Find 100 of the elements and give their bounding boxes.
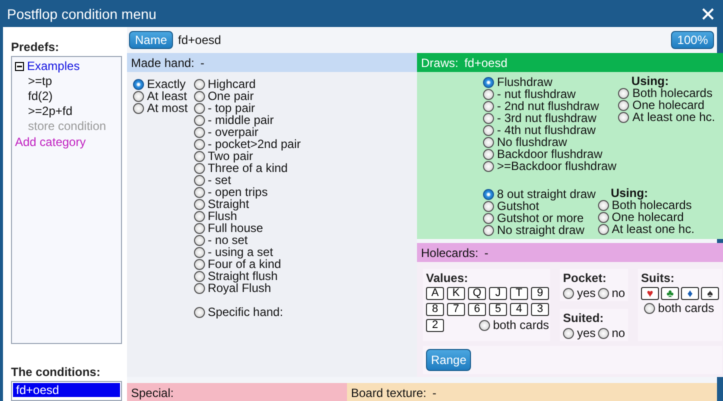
- radio-button[interactable]: [483, 124, 494, 136]
- radio-button[interactable]: [194, 126, 205, 138]
- radio-button[interactable]: [133, 78, 144, 90]
- rank-button[interactable]: 3: [531, 303, 549, 316]
- radio-button[interactable]: [194, 246, 205, 258]
- radio-label[interactable]: One holecard: [612, 211, 684, 223]
- radio-label[interactable]: 8 out straight draw: [497, 188, 596, 200]
- radio-label[interactable]: - 2nd nut flushdraw: [497, 100, 600, 112]
- radio-button[interactable]: [483, 88, 494, 100]
- radio-label[interactable]: - pocket>2nd pair: [208, 138, 301, 150]
- radio-button[interactable]: [194, 150, 205, 162]
- rank-button[interactable]: T: [510, 287, 528, 300]
- radio-label[interactable]: At least one hc.: [632, 111, 716, 123]
- radio-button[interactable]: [194, 186, 205, 198]
- radio-button[interactable]: [194, 138, 205, 150]
- tree-item[interactable]: >=2p+fd: [15, 104, 118, 119]
- radio-label[interactable]: No straight draw: [497, 224, 584, 236]
- radio-label[interactable]: - using a set: [208, 246, 274, 258]
- radio-label[interactable]: Straight: [208, 198, 250, 210]
- radio-button[interactable]: [194, 222, 205, 234]
- rank-button[interactable]: 6: [468, 303, 486, 316]
- radio-button[interactable]: [194, 162, 205, 174]
- radio-label[interactable]: - nut flushdraw: [497, 88, 576, 100]
- radio-label[interactable]: no: [612, 287, 626, 299]
- radio-button[interactable]: [618, 88, 630, 98]
- radio-label[interactable]: Exactly: [147, 78, 186, 90]
- radio-button[interactable]: [483, 76, 494, 88]
- radio-label[interactable]: Highcard: [208, 78, 256, 90]
- rank-button[interactable]: 9: [531, 287, 549, 300]
- radio-button[interactable]: [194, 78, 205, 90]
- radio-button[interactable]: [483, 148, 494, 160]
- radio-button[interactable]: [194, 210, 205, 222]
- radio-button[interactable]: [618, 112, 630, 122]
- radio-button[interactable]: [133, 90, 144, 102]
- radio-label[interactable]: - middle pair: [208, 114, 274, 126]
- suit-button[interactable]: ♣: [661, 287, 680, 300]
- radio-button[interactable]: [483, 188, 494, 200]
- radio-label[interactable]: No flushdraw: [497, 136, 568, 148]
- radio-button[interactable]: [598, 224, 609, 234]
- radio-label[interactable]: Both holecards: [632, 87, 712, 99]
- radio-label[interactable]: Both holecards: [612, 199, 692, 211]
- radio-button[interactable]: [194, 282, 205, 294]
- radio-label[interactable]: - set: [208, 174, 232, 186]
- radio-label[interactable]: >=Backdoor flushdraw: [497, 160, 616, 172]
- radio-label[interactable]: - overpair: [208, 126, 258, 138]
- radio-label[interactable]: - 4th nut flushdraw: [497, 124, 596, 136]
- radio-button[interactable]: [618, 100, 630, 110]
- suit-button[interactable]: ♥: [641, 287, 660, 300]
- radio-button[interactable]: [598, 328, 609, 338]
- radio-button[interactable]: [483, 212, 494, 224]
- radio-label[interactable]: Four of a kind: [208, 258, 282, 270]
- radio-label[interactable]: Royal Flush: [208, 282, 272, 294]
- radio-button[interactable]: [483, 136, 494, 148]
- collapse-icon[interactable]: [15, 62, 24, 71]
- rank-button[interactable]: 8: [426, 303, 444, 316]
- radio-button[interactable]: [478, 320, 490, 330]
- radio-label[interactable]: Flush: [208, 210, 238, 222]
- radio-label[interactable]: both cards: [492, 319, 549, 331]
- radio-button[interactable]: [483, 112, 494, 124]
- radio-label[interactable]: yes: [577, 287, 596, 299]
- radio-label[interactable]: - top pair: [208, 102, 256, 114]
- tree-category[interactable]: Examples: [27, 59, 80, 74]
- radio-label[interactable]: At least: [147, 90, 188, 102]
- rank-button[interactable]: 5: [489, 303, 507, 316]
- radio-label[interactable]: Gutshot or more: [497, 212, 584, 224]
- radio-button[interactable]: [483, 200, 494, 212]
- radio-button[interactable]: [598, 288, 609, 298]
- close-icon[interactable]: [701, 6, 715, 20]
- radio-button[interactable]: [194, 198, 205, 210]
- radio-button[interactable]: [194, 258, 205, 270]
- radio-label[interactable]: Specific hand:: [208, 306, 284, 318]
- suit-button[interactable]: ♦: [681, 287, 700, 300]
- radio-label[interactable]: both cards: [658, 302, 714, 314]
- rank-button[interactable]: J: [489, 287, 507, 300]
- radio-label[interactable]: At most: [147, 102, 188, 114]
- name-button[interactable]: Name: [129, 31, 174, 49]
- radio-label[interactable]: Flushdraw: [497, 76, 552, 88]
- radio-button[interactable]: [194, 102, 205, 114]
- rank-button[interactable]: Q: [468, 287, 486, 300]
- radio-button[interactable]: [644, 302, 656, 314]
- radio-button[interactable]: [133, 102, 144, 114]
- radio-label[interactable]: One pair: [208, 90, 254, 102]
- radio-label[interactable]: Gutshot: [497, 200, 540, 212]
- radio-label[interactable]: - open trips: [208, 186, 268, 198]
- radio-button[interactable]: [194, 270, 205, 282]
- radio-button[interactable]: [194, 174, 205, 186]
- add-category-link[interactable]: Add category: [15, 134, 118, 150]
- tree-item[interactable]: >=tp: [15, 74, 118, 89]
- radio-button[interactable]: [194, 114, 205, 126]
- radio-label[interactable]: - no set: [208, 234, 248, 246]
- radio-button[interactable]: [483, 224, 494, 236]
- radio-label[interactable]: Backdoor flushdraw: [497, 148, 602, 160]
- radio-label[interactable]: - 3rd nut flushdraw: [497, 112, 596, 124]
- radio-button[interactable]: [194, 234, 205, 246]
- radio-button[interactable]: [194, 90, 205, 102]
- radio-button[interactable]: [483, 160, 494, 172]
- radio-label[interactable]: no: [612, 327, 626, 339]
- radio-button[interactable]: [483, 100, 494, 112]
- tree-item[interactable]: fd(2): [15, 89, 118, 104]
- rank-button[interactable]: 2: [426, 319, 444, 332]
